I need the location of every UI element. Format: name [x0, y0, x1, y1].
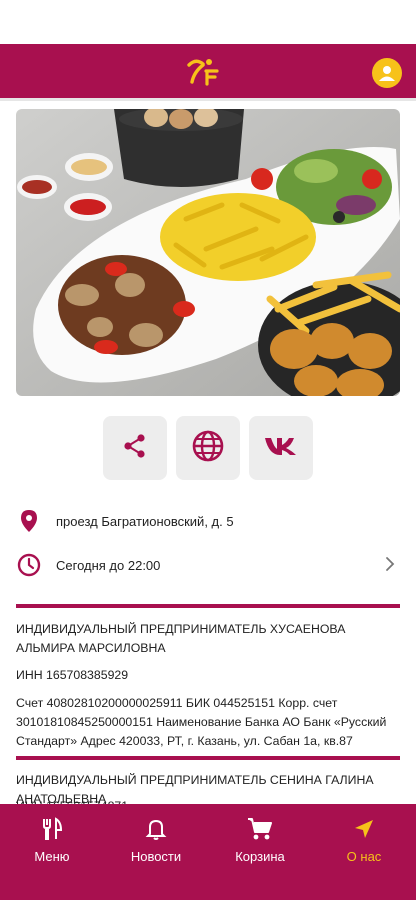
website-globe-icon [191, 429, 225, 468]
address-text: проезд Багратионовский, д. 5 [56, 513, 234, 529]
vk-icon [264, 435, 298, 462]
nav-item-news[interactable]: Новости [104, 804, 208, 900]
share-actions [103, 416, 313, 480]
section-divider [16, 604, 400, 608]
nav-item-about[interactable]: О нас [312, 804, 416, 900]
clock-icon [16, 552, 42, 578]
location-arrow-icon [351, 816, 377, 842]
legal-entity-1-inn: ИНН 165708385929 [16, 668, 129, 682]
nav-label: Новости [130, 849, 182, 864]
hours-text: Сегодня до 22:00 [56, 557, 161, 573]
nav-item-cart[interactable]: Корзина [208, 804, 312, 900]
brand-logo-icon [186, 55, 220, 89]
bell-icon [143, 816, 169, 842]
nav-item-menu[interactable]: Меню [0, 804, 104, 900]
chevron-right-icon [384, 554, 396, 579]
section-divider [16, 756, 400, 760]
share-button[interactable] [103, 416, 167, 480]
website-button[interactable] [176, 416, 240, 480]
nav-label: Корзина [235, 849, 285, 864]
legal-entity-1-bank-details: Счет 40802810200000025911 БИК 044525151 … [16, 696, 387, 748]
top-bar-divider [0, 98, 416, 101]
bottom-navigation: Меню Новости Корзина О нас [0, 804, 416, 900]
share-icon [122, 433, 148, 464]
location-pin-icon [16, 508, 42, 534]
hero-food-photo [16, 109, 400, 396]
vk-button[interactable] [249, 416, 313, 480]
legal-entity-1-name: ИНДИВИДУАЛЬНЫЙ ПРЕДПРИНИМАТЕЛЬ ХУСАЕНОВА… [16, 622, 346, 655]
nav-label: О нас [346, 849, 382, 864]
status-bar-area [0, 0, 416, 44]
address-row[interactable]: проезд Багратионовский, д. 5 [16, 508, 400, 534]
hours-row[interactable]: Сегодня до 22:00 [16, 552, 400, 578]
nav-label: Меню [34, 849, 70, 864]
fork-knife-icon [39, 816, 65, 842]
user-profile-icon[interactable] [372, 58, 402, 88]
cart-icon [247, 816, 273, 842]
